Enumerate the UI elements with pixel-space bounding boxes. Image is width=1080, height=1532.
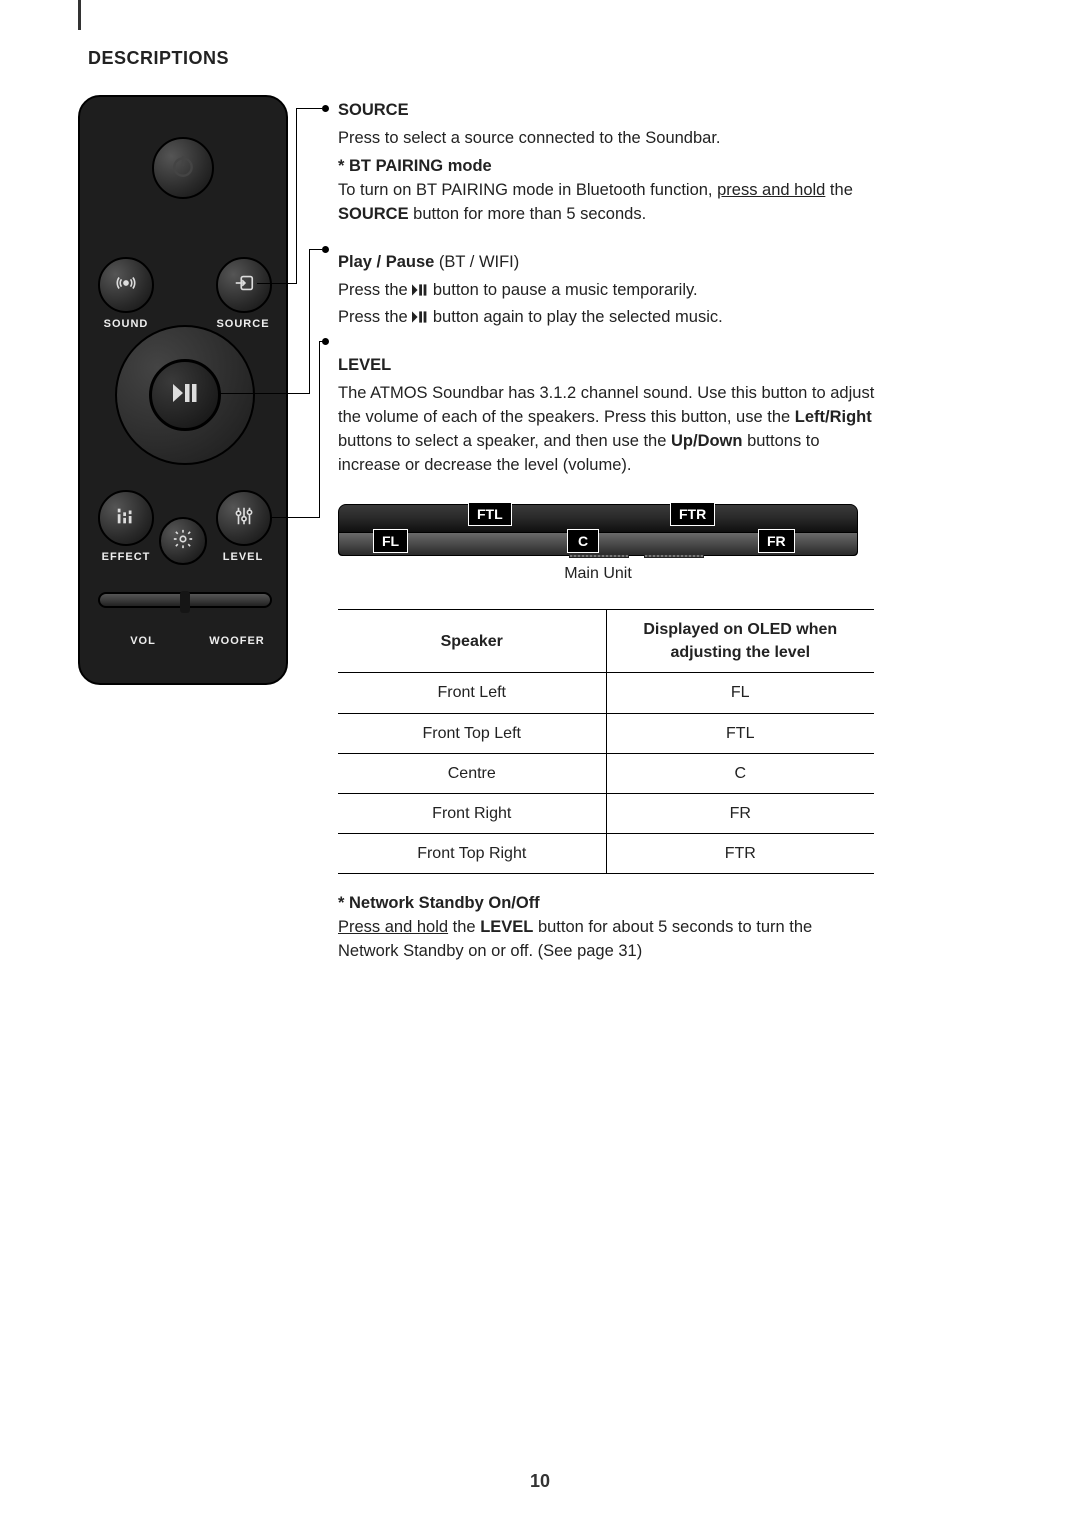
tag-fl: FL	[373, 529, 408, 553]
power-button	[152, 137, 214, 199]
connector-line	[257, 283, 297, 284]
level-button	[216, 490, 272, 546]
settings-button	[159, 517, 207, 565]
table-row: Front Top LeftFTL	[338, 713, 874, 753]
vol-woofer-slider	[98, 592, 272, 608]
effect-button	[98, 490, 154, 546]
play-pause-glyph-icon	[412, 310, 428, 324]
source-label: SOURCE	[212, 318, 274, 330]
bt-pairing-title: * BT PAIRING mode	[338, 155, 876, 179]
table-row: CentreC	[338, 753, 874, 793]
source-desc: Press to select a source connected to th…	[338, 127, 876, 151]
connector-line	[272, 517, 320, 518]
page-number: 10	[0, 1471, 1080, 1492]
level-paragraph: The ATMOS Soundbar has 3.1.2 channel sou…	[338, 382, 876, 478]
play-pause-icon	[171, 382, 199, 409]
section-marker	[78, 0, 81, 30]
sound-label: SOUND	[96, 318, 156, 330]
remote-illustration: SOUND SOURCE EFFECT LEVEL VOL WOOFER	[78, 95, 288, 685]
gear-icon	[172, 528, 194, 555]
connector-line	[296, 108, 322, 109]
table-header-display: Displayed on OLED whenadjusting the leve…	[606, 609, 874, 672]
playpause-line1: Press the button to pause a music tempor…	[338, 279, 876, 303]
play-pause-button	[149, 359, 221, 431]
level-label: LEVEL	[212, 551, 274, 563]
input-icon	[233, 272, 255, 299]
effect-label: EFFECT	[96, 551, 156, 563]
source-button	[216, 257, 272, 313]
connector-line	[220, 393, 310, 394]
table-row: Front RightFR	[338, 793, 874, 833]
table-row: Front Top RightFTR	[338, 834, 874, 874]
sliders-icon	[233, 505, 255, 532]
playpause-heading: Play / Pause (BT / WIFI)	[338, 251, 876, 275]
level-heading: LEVEL	[338, 356, 391, 374]
connector-line	[319, 341, 320, 517]
connector-line	[296, 108, 297, 283]
connector-line	[309, 249, 310, 393]
woofer-label: WOOFER	[202, 635, 272, 647]
soundbar-diagram: FTL FTR FL C FR Main Unit	[338, 496, 858, 581]
tag-fr: FR	[758, 529, 795, 553]
network-standby-title: * Network Standby On/Off	[338, 892, 876, 916]
power-icon	[170, 153, 196, 184]
bt-pairing-text: To turn on BT PAIRING mode in Bluetooth …	[338, 179, 876, 227]
table-header-speaker: Speaker	[338, 609, 606, 672]
connector-dot	[322, 105, 329, 112]
network-standby-text: Press and hold the LEVEL button for abou…	[338, 916, 876, 964]
play-pause-glyph-icon	[412, 283, 428, 297]
tag-ftr: FTR	[670, 502, 715, 526]
playpause-line2: Press the button again to play the selec…	[338, 306, 876, 330]
section-title: DESCRIPTIONS	[88, 48, 229, 69]
source-heading: SOURCE	[338, 101, 409, 119]
dpad	[115, 325, 255, 465]
tag-ftl: FTL	[468, 502, 512, 526]
speaker-table: Speaker Displayed on OLED whenadjusting …	[338, 609, 874, 874]
connector-line	[309, 249, 322, 250]
sound-button	[98, 257, 154, 313]
connector-dot	[322, 338, 329, 345]
diagram-caption: Main Unit	[338, 562, 858, 585]
equalizer-icon	[115, 505, 137, 532]
connector-dot	[322, 246, 329, 253]
table-row: Front LeftFL	[338, 673, 874, 713]
broadcast-icon	[115, 272, 137, 299]
descriptions-content: SOURCE Press to select a source connecte…	[338, 99, 876, 968]
vol-label: VOL	[118, 635, 168, 647]
tag-c: C	[567, 529, 599, 553]
